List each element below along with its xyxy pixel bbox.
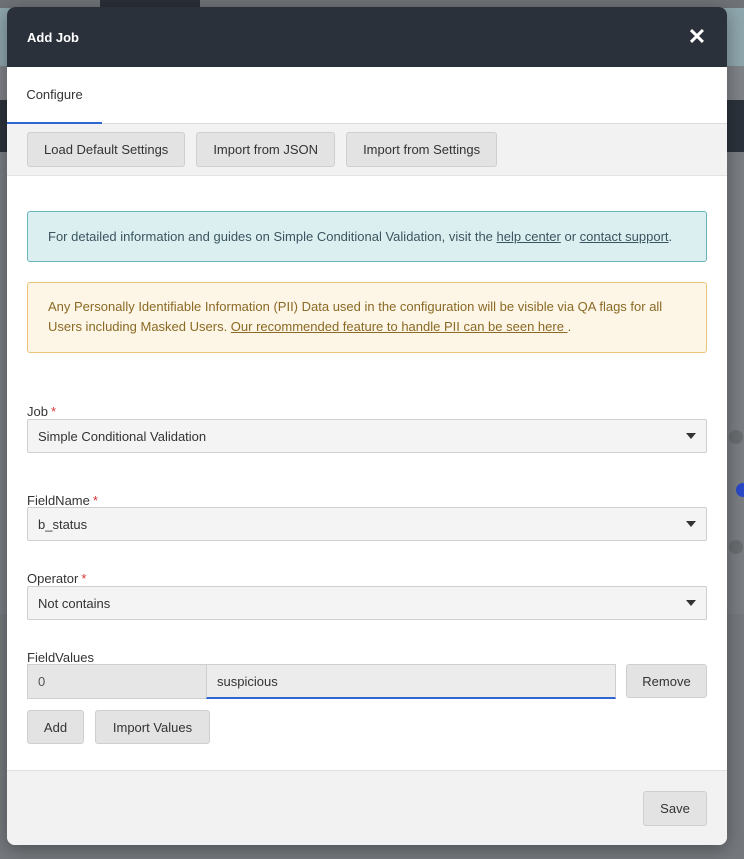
operator-select[interactable]: Not contains (27, 586, 707, 620)
fieldvalues-label: FieldValues (27, 650, 94, 665)
import-values-button[interactable]: Import Values (95, 710, 210, 744)
background-toggle-dot (736, 483, 744, 497)
save-button[interactable]: Save (643, 791, 707, 826)
load-default-settings-button[interactable]: Load Default Settings (27, 132, 186, 167)
job-select-value: Simple Conditional Validation (38, 428, 207, 444)
required-mark: * (92, 493, 98, 508)
modal-header: Add Job ✕ (7, 7, 727, 67)
info-text-middle: or (560, 229, 580, 244)
help-center-link[interactable]: help center (497, 229, 561, 244)
add-job-modal: Add Job ✕ Configure Load Default Setting… (7, 7, 727, 845)
required-mark: * (50, 404, 57, 419)
tab-bar: Configure (7, 67, 727, 124)
modal-footer: Save (7, 770, 727, 845)
fieldvalue-index: 0 (27, 664, 207, 699)
background-toggle-dot (729, 430, 743, 444)
job-label-text: Job (27, 404, 48, 419)
info-text-before: For detailed information and guides on S… (48, 229, 497, 244)
chevron-down-icon (686, 521, 696, 527)
fieldname-label-text: FieldName (27, 493, 90, 508)
fieldname-label: FieldName * (27, 493, 98, 508)
close-icon[interactable]: ✕ (687, 26, 707, 48)
pii-warning-text-after: . (567, 319, 572, 334)
operator-select-value: Not contains (38, 595, 111, 611)
operator-label: Operator * (27, 571, 86, 586)
info-alert: For detailed information and guides on S… (27, 211, 707, 262)
chevron-down-icon (686, 433, 696, 439)
fieldname-select-value: b_status (38, 516, 88, 532)
add-button[interactable]: Add (27, 710, 84, 744)
tab-configure[interactable]: Configure (7, 67, 102, 124)
job-select[interactable]: Simple Conditional Validation (27, 419, 707, 453)
fieldvalue-input[interactable] (206, 664, 616, 699)
import-from-settings-label: Import from Settings (363, 142, 481, 157)
import-from-settings-button[interactable]: Import from Settings (346, 132, 498, 167)
required-mark: * (81, 571, 87, 586)
job-label: Job * (27, 404, 56, 419)
import-from-json-button[interactable]: Import from JSON (196, 132, 336, 167)
operator-label-text: Operator (27, 571, 79, 586)
chevron-down-icon (686, 600, 696, 606)
pii-recommended-feature-link[interactable]: Our recommended feature to handle PII ca… (231, 319, 568, 334)
load-default-settings-label: Load Default Settings (44, 142, 169, 157)
background-toggle-dot (729, 540, 743, 554)
modal-title: Add Job (27, 29, 79, 45)
pii-warning-alert: Any Personally Identifiable Information … (27, 282, 707, 353)
fieldname-select[interactable]: b_status (27, 507, 707, 541)
info-text-after: . (668, 229, 673, 244)
settings-toolbar: Load Default Settings Import from JSON I… (7, 124, 727, 176)
import-from-json-label: Import from JSON (213, 142, 319, 157)
contact-support-link[interactable]: contact support (580, 229, 669, 244)
fieldvalues-row: 0 Remove (27, 664, 707, 699)
info-alert-text: For detailed information and guides on S… (48, 229, 672, 244)
remove-button[interactable]: Remove (626, 664, 707, 698)
